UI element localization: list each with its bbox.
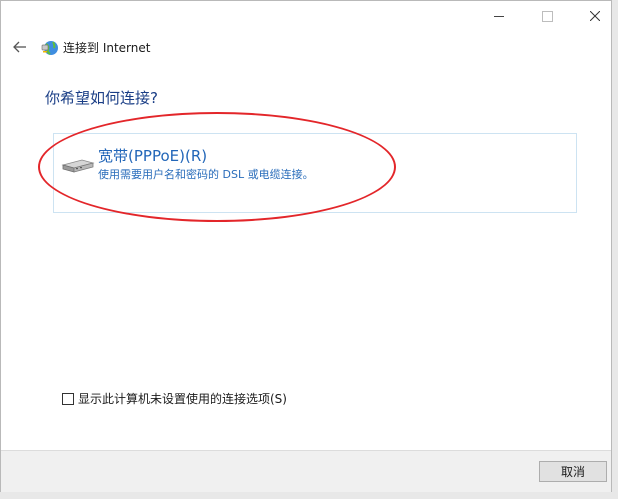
back-button[interactable] [11, 38, 29, 56]
show-unconfigured-options-checkbox-row[interactable]: 显示此计算机未设置使用的连接选项(S) [62, 391, 287, 407]
option-title: 宽带(PPPoE)(R) [98, 147, 208, 165]
checkbox-label: 显示此计算机未设置使用的连接选项(S) [78, 392, 287, 406]
close-icon [590, 11, 600, 21]
page-heading: 你希望如何连接? [45, 89, 158, 107]
dialog-footer: 取消 [1, 450, 611, 492]
connect-dialog: 连接到 Internet 你希望如何连接? 宽带(PPPoE)(R) 使用需要用… [0, 0, 612, 492]
cancel-button[interactable]: 取消 [539, 461, 607, 482]
option-description: 使用需要用户名和密码的 DSL 或电缆连接。 [98, 168, 314, 181]
minimize-button[interactable] [476, 1, 522, 31]
broadband-device-icon [61, 159, 95, 173]
maximize-button [524, 1, 570, 31]
window-title: 连接到 Internet [63, 41, 151, 55]
close-button[interactable] [572, 1, 618, 31]
back-arrow-icon [13, 41, 26, 53]
network-globe-icon [41, 41, 58, 55]
show-unconfigured-options-checkbox[interactable] [62, 393, 74, 405]
broadband-pppoe-option[interactable]: 宽带(PPPoE)(R) 使用需要用户名和密码的 DSL 或电缆连接。 [53, 133, 577, 213]
